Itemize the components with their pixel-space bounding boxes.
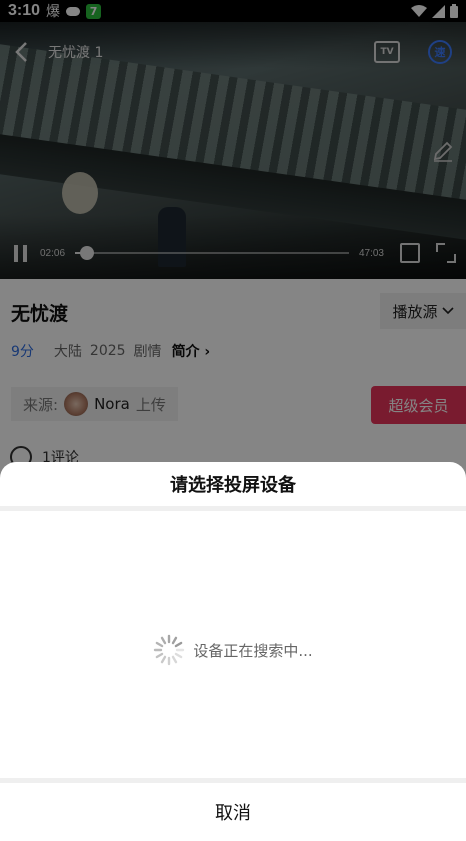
searching-status: 设备正在搜索中... (0, 634, 466, 666)
spinner-tick (172, 636, 178, 645)
spinner-tick (161, 655, 167, 664)
spinner-tick (156, 652, 164, 659)
spinner-tick (161, 636, 167, 645)
sheet-divider (0, 506, 466, 511)
searching-text: 设备正在搜索中... (193, 641, 313, 660)
spinner-tick (175, 641, 183, 648)
cancel-button[interactable]: 取消 (0, 783, 466, 841)
spinner-tick (156, 641, 164, 648)
spinner-tick (172, 655, 178, 664)
cast-device-sheet: 请选择投屏设备 设备正在搜索中... 取消 (0, 462, 466, 841)
loading-spinner-icon (154, 634, 185, 666)
spinner-tick (175, 652, 183, 659)
sheet-title: 请选择投屏设备 (170, 475, 296, 496)
